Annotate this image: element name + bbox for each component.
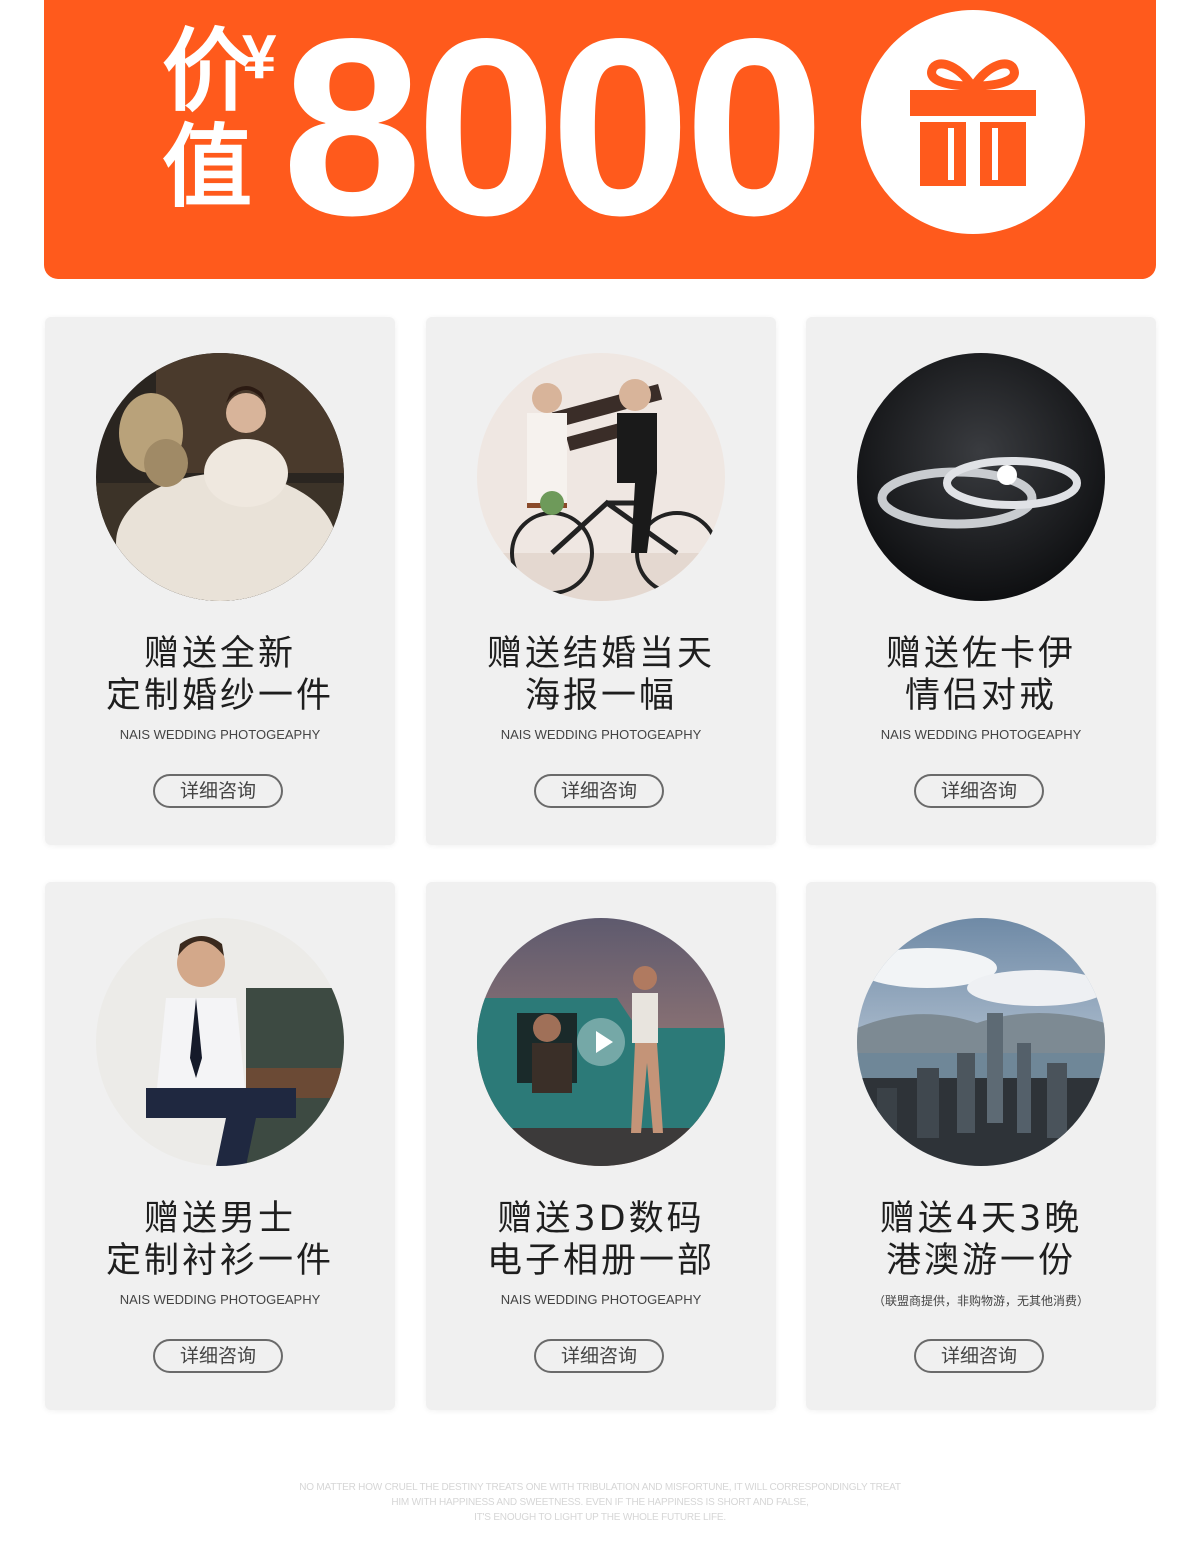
card-title-line2: 海报一幅 (524, 676, 677, 716)
card-title: 赠送男士 定制衬衫一件 (45, 1198, 395, 1282)
gift-card-travel: 赠送4天3晚 港澳游一份 （联盟商提供，非购物游，无其他消费） 详细咨询 (806, 882, 1156, 1410)
card-title-line2: 情侣对戒 (904, 676, 1057, 716)
value-amount: 8000 (282, 0, 825, 268)
couple-with-car-video (477, 918, 725, 1166)
card-title-line1: 赠送佐卡伊 (885, 634, 1076, 674)
consult-button[interactable]: 详细咨询 (914, 774, 1044, 808)
man-in-shirt-photo (96, 918, 344, 1166)
gift-card-wedding-dress: 赠送全新 定制婚纱一件 NAIS WEDDING PHOTOGEAPHY 详细咨… (45, 317, 395, 845)
card-title-line1: 赠送男士 (143, 1199, 296, 1239)
couple-on-bicycle-photo (477, 353, 725, 601)
gift-card-album: 赠送3D数码 电子相册一部 NAIS WEDDING PHOTOGEAPHY 详… (426, 882, 776, 1410)
gift-badge (861, 10, 1085, 234)
footer-quote-line1: NO MATTER HOW CRUEL THE DESTINY TREATS O… (299, 1482, 901, 1493)
card-title-line2: 电子相册一部 (486, 1241, 715, 1281)
gift-card-poster: 赠送结婚当天 海报一幅 NAIS WEDDING PHOTOGEAPHY 详细咨… (426, 317, 776, 845)
bride-in-wedding-dress-photo (96, 353, 344, 601)
card-subtitle: NAIS WEDDING PHOTOGEAPHY (500, 727, 702, 742)
card-subtitle: NAIS WEDDING PHOTOGEAPHY (119, 1292, 321, 1307)
value-label-line2: 值 (162, 115, 252, 220)
currency-symbol: ¥ (242, 23, 277, 92)
card-title: 赠送3D数码 电子相册一部 (426, 1198, 776, 1282)
card-title-line1: 赠送4天3晚 (879, 1199, 1083, 1239)
footer-quote: NO MATTER HOW CRUEL THE DESTINY TREATS O… (0, 1480, 1200, 1525)
card-subtitle: NAIS WEDDING PHOTOGEAPHY (500, 1292, 702, 1307)
wedding-rings-photo (857, 353, 1105, 601)
card-title-line1: 赠送结婚当天 (486, 634, 715, 674)
gift-card-rings: 赠送佐卡伊 情侣对戒 NAIS WEDDING PHOTOGEAPHY 详细咨询 (806, 317, 1156, 845)
gift-icon (910, 59, 1036, 186)
consult-button[interactable]: 详细咨询 (153, 774, 283, 808)
card-title-line1: 赠送3D数码 (497, 1199, 705, 1239)
consult-button[interactable]: 详细咨询 (153, 1339, 283, 1373)
card-title: 赠送结婚当天 海报一幅 (426, 633, 776, 717)
card-title-line2: 定制衬衫一件 (105, 1241, 334, 1281)
footer-quote-line2: HIM WITH HAPPINESS AND SWEETNESS. EVEN I… (391, 1497, 809, 1508)
card-title: 赠送4天3晚 港澳游一份 (806, 1198, 1156, 1282)
consult-button[interactable]: 详细咨询 (534, 1339, 664, 1373)
card-title-line2: 定制婚纱一件 (105, 676, 334, 716)
consult-button[interactable]: 详细咨询 (914, 1339, 1044, 1373)
card-subtitle: （联盟商提供，非购物游，无其他消费） (872, 1294, 1089, 1308)
card-title: 赠送全新 定制婚纱一件 (45, 633, 395, 717)
city-skyline-photo (857, 918, 1105, 1166)
card-title-line1: 赠送全新 (143, 634, 296, 674)
gift-card-shirt: 赠送男士 定制衬衫一件 NAIS WEDDING PHOTOGEAPHY 详细咨… (45, 882, 395, 1410)
play-icon[interactable] (577, 1018, 625, 1066)
card-title-line2: 港澳游一份 (885, 1241, 1076, 1281)
footer-quote-line3: IT'S ENOUGH TO LIGHT UP THE WHOLE FUTURE… (474, 1512, 726, 1523)
card-subtitle: NAIS WEDDING PHOTOGEAPHY (119, 727, 321, 742)
card-subtitle: NAIS WEDDING PHOTOGEAPHY (880, 727, 1082, 742)
card-title: 赠送佐卡伊 情侣对戒 (806, 633, 1156, 717)
consult-button[interactable]: 详细咨询 (534, 774, 664, 808)
